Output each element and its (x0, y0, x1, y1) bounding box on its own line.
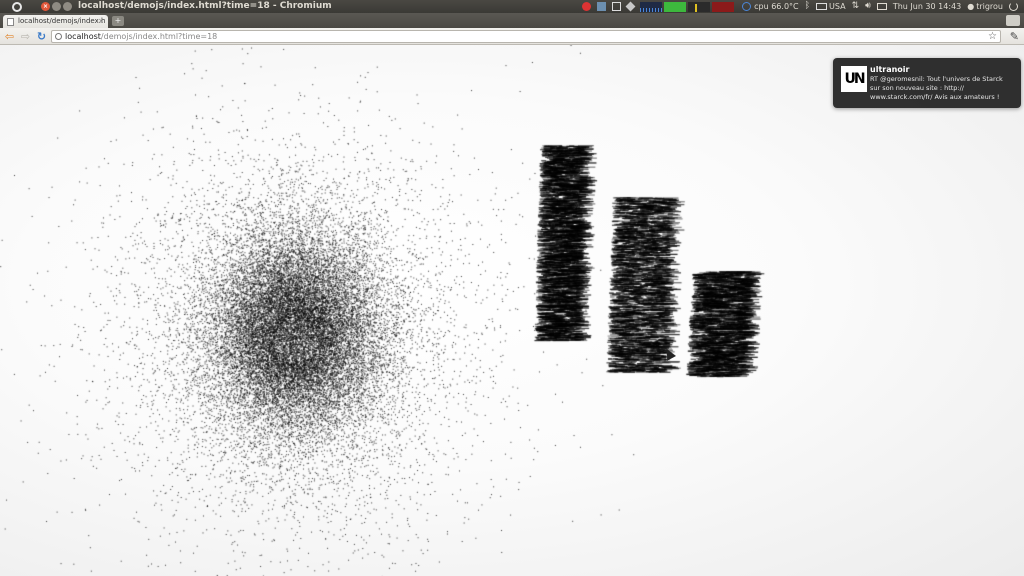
window-title: localhost/demojs/index.html?time=18 - Ch… (78, 1, 332, 11)
load-graph (688, 1, 711, 12)
forward-button[interactable]: ⇨ (19, 30, 32, 43)
memory-graph (664, 1, 687, 12)
browser-toolbar: ⇦ ⇨ ↻ localhost/demojs/index.html?time=1… (0, 28, 1024, 45)
notification-avatar-text: UN (844, 71, 865, 87)
clock[interactable]: Thu Jun 30 14:43 (893, 0, 961, 13)
user-icon: ● (967, 2, 975, 11)
profile-icon[interactable] (1006, 15, 1020, 26)
page-viewport[interactable] (0, 45, 1024, 576)
window-close-button[interactable]: × (41, 2, 50, 11)
notification-body: RT @geromesnil: Tout l'univers de Starck… (870, 75, 1003, 101)
cpu-temperature[interactable]: cpu 66.0°C (742, 0, 799, 13)
bookmark-star-icon[interactable]: ☆ (988, 31, 997, 42)
tab-strip: localhost/demojs/index.h × + (0, 13, 1024, 28)
window-minimize-button[interactable] (52, 2, 61, 11)
network-icon[interactable]: ⇅ (852, 0, 860, 13)
window-maximize-button[interactable] (63, 2, 72, 11)
sensor-icon (742, 2, 752, 11)
update-notifier-icon[interactable] (582, 0, 592, 13)
dropbox-icon[interactable] (625, 0, 636, 13)
notification-title: ultranoir (870, 65, 910, 74)
user-name: trigrou (976, 2, 1003, 11)
url-host: localhost (65, 32, 101, 41)
particle-canvas[interactable] (0, 45, 1024, 576)
ubuntu-logo-icon[interactable] (10, 0, 23, 13)
wrench-menu-icon[interactable]: ✎ (1010, 30, 1019, 43)
user-menu[interactable]: ● trigrou (967, 0, 1003, 13)
trash-icon[interactable] (597, 0, 607, 13)
address-bar[interactable]: localhost/demojs/index.html?time=18 ☆ (51, 30, 1001, 43)
volume-icon[interactable]: 🔊︎ (865, 0, 871, 13)
page-info-icon[interactable] (55, 33, 62, 40)
checkbox-applet-icon[interactable] (612, 0, 622, 13)
indicator-area: cpu 66.0°C ᛒ USA ⇅ 🔊︎ Thu Jun 30 14:43 ●… (582, 0, 1024, 13)
tab-close-icon[interactable]: × (98, 15, 104, 28)
power-icon[interactable] (1009, 0, 1018, 13)
notification-bubble: UN ultranoir RT @geromesnil: Tout l'univ… (833, 58, 1021, 108)
url-path: /demojs/index.html?time=18 (100, 32, 218, 41)
keyboard-layout[interactable]: USA (816, 0, 846, 13)
back-button[interactable]: ⇦ (3, 30, 16, 43)
mail-icon[interactable] (876, 0, 887, 13)
reload-button[interactable]: ↻ (35, 30, 48, 43)
bluetooth-icon[interactable]: ᛒ (805, 0, 810, 13)
new-tab-button[interactable]: + (112, 16, 124, 26)
window-controls: × (41, 2, 72, 11)
swap-graph (712, 1, 735, 12)
ubuntu-top-panel: × localhost/demojs/index.html?time=18 - … (0, 0, 1024, 13)
network-graph (640, 1, 663, 12)
system-monitor-graphs[interactable] (640, 0, 736, 13)
cpu-temperature-label: cpu 66.0°C (754, 2, 799, 11)
notification-avatar: UN (841, 66, 867, 92)
page-favicon-icon (7, 18, 14, 26)
tab-active[interactable]: localhost/demojs/index.h × (3, 15, 108, 28)
keyboard-layout-label: USA (829, 2, 846, 11)
tab-title: localhost/demojs/index.h (18, 17, 106, 25)
keyboard-icon (816, 3, 828, 10)
